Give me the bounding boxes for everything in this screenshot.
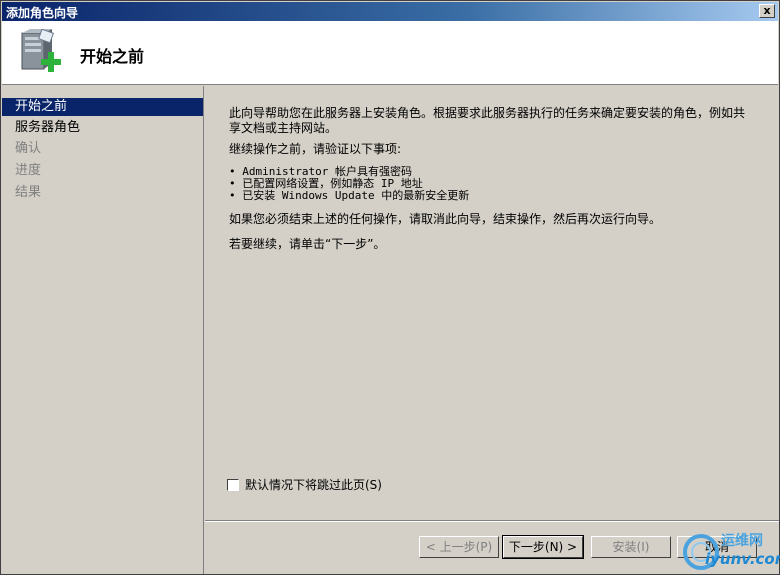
button-divider [205, 520, 779, 522]
verify-heading: 继续操作之前，请验证以下事项: [229, 142, 402, 156]
list-item: • 已安装 Windows Update 中的最新安全更新 [229, 189, 470, 202]
continue-note: 若要继续，请单击“下一步”。 [229, 237, 386, 251]
previous-button[interactable]: < 上一步(P) [419, 536, 499, 558]
install-button[interactable]: 安装(I) [591, 536, 671, 558]
bullet-text: 已安装 Windows Update 中的最新安全更新 [242, 189, 470, 202]
window-title: 添加角色向导 [6, 6, 79, 20]
watermark-line2: iyunv.com [705, 550, 780, 568]
add-roles-wizard-window: 添加角色向导 x 开始之前 开始之前 服务器角色 确认 进度 结果 此向导帮助您… [0, 0, 780, 575]
nav-step-confirmation: 确认 [15, 141, 42, 156]
skip-page-label[interactable]: 默认情况下将跳过此页(S) [245, 476, 382, 493]
server-add-icon [14, 28, 64, 81]
skip-page-option[interactable]: 默认情况下将跳过此页(S) [227, 476, 382, 493]
page-title: 开始之前 [80, 47, 145, 66]
title-bar[interactable]: 添加角色向导 x [2, 2, 778, 21]
verify-list: • Administrator 帐户具有强密码 • 已配置网络设置，例如静态 I… [229, 166, 469, 202]
nav-step-before-you-begin[interactable]: 开始之前 [2, 98, 203, 116]
watermark-line1: 运维网 [721, 533, 763, 549]
intro-text: 此向导帮助您在此服务器上安装角色。根据要求此服务器执行的任务来确定要安装的角色，… [229, 106, 746, 135]
nav-step-progress: 进度 [15, 163, 42, 178]
wizard-step-nav: 开始之前 服务器角色 确认 进度 结果 [2, 86, 204, 574]
nav-step-server-roles[interactable]: 服务器角色 [2, 118, 203, 138]
wizard-content: 此向导帮助您在此服务器上安装角色。根据要求此服务器执行的任务来确定要安装的角色，… [205, 86, 779, 520]
close-button[interactable]: x [759, 4, 775, 18]
watermark: 运维网 iyunv.com [681, 528, 780, 574]
next-button[interactable]: 下一步(N) > [502, 535, 584, 559]
nav-step-results: 结果 [15, 185, 42, 200]
wizard-header: 开始之前 [2, 21, 778, 85]
cancel-note: 如果您必须结束上述的任何操作，请取消此向导，结束操作，然后再次运行向导。 [229, 212, 662, 226]
skip-page-checkbox[interactable] [227, 478, 239, 491]
